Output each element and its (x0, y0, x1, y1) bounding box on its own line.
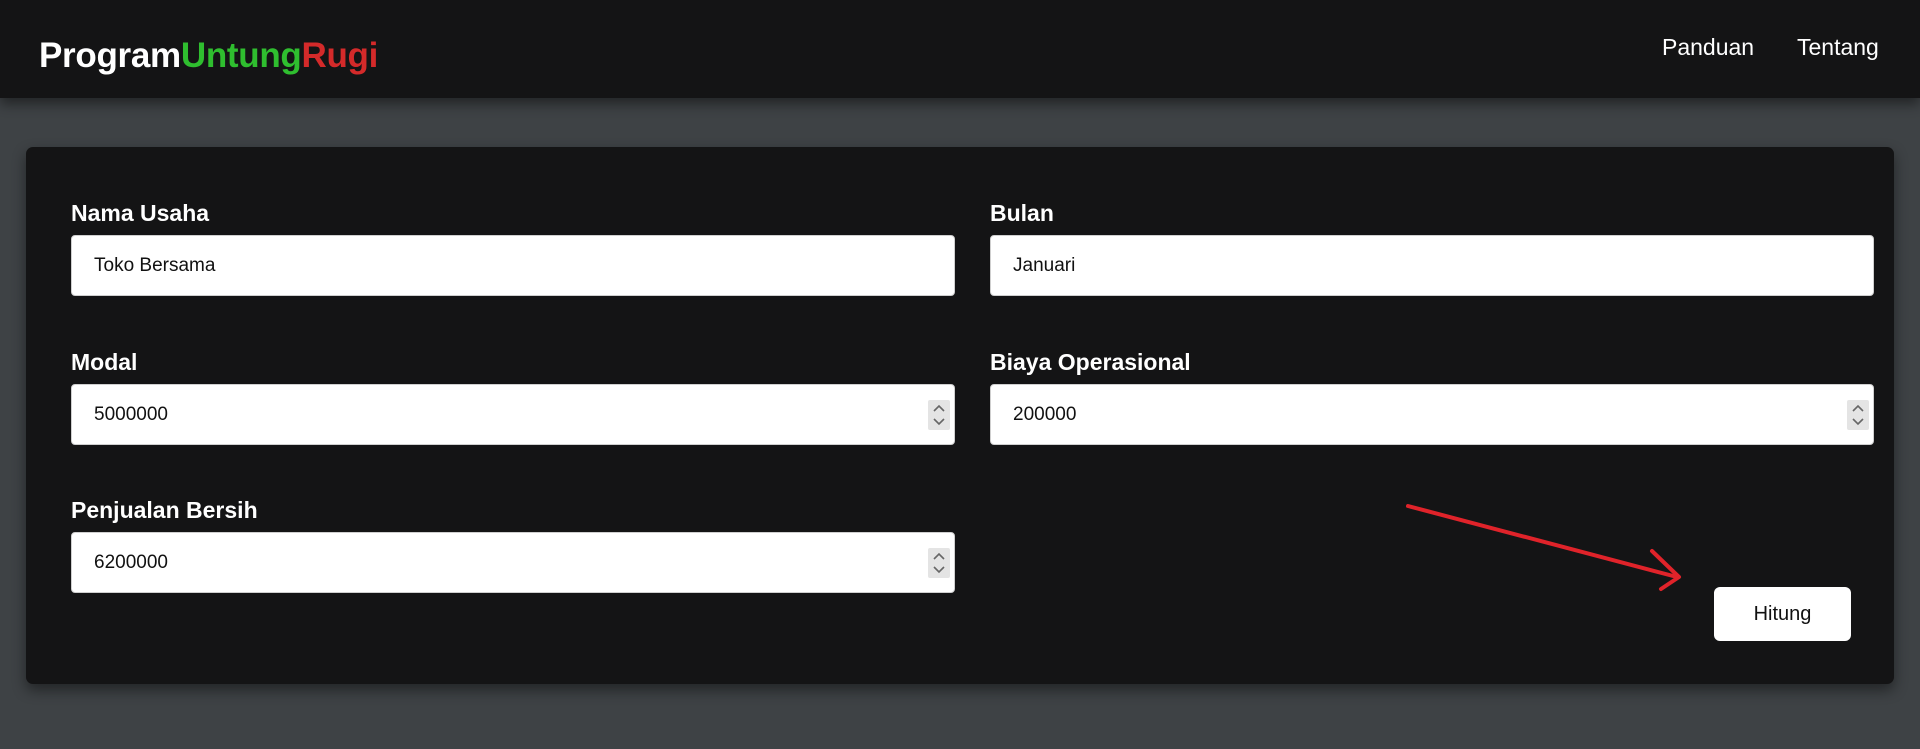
hitung-button[interactable]: Hitung (1714, 587, 1851, 641)
brand-logo[interactable]: ProgramUntungRugi (39, 36, 378, 76)
nama-usaha-box (71, 235, 955, 296)
field-penjualan-bersih: Penjualan Bersih (71, 497, 955, 593)
penjualan-bersih-box (71, 532, 955, 593)
bulan-input[interactable] (991, 236, 1873, 295)
penjualan-bersih-spinner-icon[interactable] (928, 548, 950, 578)
biaya-operasional-box (990, 384, 1874, 445)
calculator-form-card: Nama Usaha Bulan Modal Biaya Operasional… (26, 147, 1894, 684)
bulan-label: Bulan (990, 200, 1054, 226)
nav-link-panduan[interactable]: Panduan (1662, 34, 1754, 61)
modal-box (71, 384, 955, 445)
field-bulan: Bulan (990, 200, 1874, 296)
modal-label: Modal (71, 349, 138, 375)
penjualan-bersih-input[interactable] (72, 533, 954, 592)
nav-link-tentang[interactable]: Tentang (1797, 34, 1879, 61)
bulan-box (990, 235, 1874, 296)
navbar: ProgramUntungRugi Panduan Tentang (0, 0, 1920, 98)
biaya-operasional-spinner-icon[interactable] (1847, 400, 1869, 430)
penjualan-bersih-label: Penjualan Bersih (71, 497, 258, 523)
brand-part-rugi: Rugi (301, 36, 379, 75)
brand-part-untung: Untung (180, 36, 302, 75)
brand-part-program: Program (39, 36, 181, 75)
nama-usaha-label: Nama Usaha (71, 200, 210, 226)
red-arrow-annotation-icon (1406, 504, 1681, 591)
field-biaya-operasional: Biaya Operasional (990, 349, 1874, 445)
field-modal: Modal (71, 349, 955, 445)
nama-usaha-input[interactable] (72, 236, 954, 295)
modal-input[interactable] (72, 385, 954, 444)
modal-spinner-icon[interactable] (928, 400, 950, 430)
biaya-operasional-input[interactable] (991, 385, 1873, 444)
field-nama-usaha: Nama Usaha (71, 200, 955, 296)
biaya-operasional-label: Biaya Operasional (990, 349, 1191, 375)
